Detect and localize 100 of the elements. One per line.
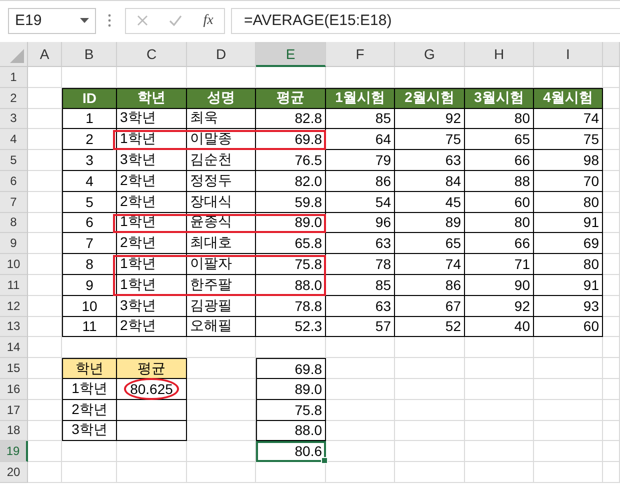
row-header[interactable]: 14 [0, 337, 28, 358]
table-cell: 59.8 [256, 192, 326, 213]
table-cell: 11 [62, 316, 117, 338]
insert-function-button[interactable]: fx [203, 12, 214, 28]
column-header[interactable]: H [465, 42, 534, 67]
table-cell: 89.0 [256, 378, 326, 400]
table-cell: 86 [395, 274, 465, 296]
row-header[interactable]: 15 [0, 358, 28, 379]
table-cell: 7 [62, 233, 117, 254]
table-cell: 54 [326, 192, 395, 213]
column-heading: 1월시험 [326, 88, 395, 109]
table-cell: 71 [465, 254, 534, 275]
result-cell: 80.6 [256, 441, 326, 462]
row-header[interactable]: 2 [0, 88, 28, 109]
empty-cell[interactable] [117, 400, 187, 421]
dropdown-caret-icon[interactable] [80, 18, 89, 23]
row-header[interactable]: 10 [0, 254, 28, 275]
table-cell: 80 [465, 108, 534, 130]
table-cell: 63 [326, 296, 395, 317]
column-heading: 학년 [62, 358, 117, 379]
table-cell: 김순천 [187, 150, 256, 171]
table-cell: 86 [326, 170, 395, 192]
row-header[interactable]: 4 [0, 129, 28, 150]
table-cell: 8 [62, 254, 117, 275]
table-cell: 김광필 [187, 296, 256, 317]
row-header[interactable]: 19 [0, 441, 28, 462]
table-cell: 6 [62, 212, 117, 234]
column-heading: 학년 [117, 88, 187, 109]
table-cell: 88.0 [256, 420, 326, 442]
row-header[interactable]: 9 [0, 233, 28, 254]
table-cell: 78.8 [256, 296, 326, 317]
table-cell: 85 [326, 274, 395, 296]
column-header[interactable]: C [117, 42, 187, 67]
table-cell: 64 [326, 129, 395, 150]
column-header[interactable] [603, 42, 620, 67]
table-cell: 10 [62, 296, 117, 317]
column-header[interactable]: F [326, 42, 395, 67]
table-cell: 80 [465, 212, 534, 234]
row-header[interactable]: 5 [0, 150, 28, 171]
table-cell: 장대식 [187, 192, 256, 213]
table-cell: 52 [395, 316, 465, 338]
row-header[interactable]: 16 [0, 378, 28, 400]
circled-value: 80.625 [124, 378, 179, 400]
formula-field[interactable]: =AVERAGE(E15:E18) [231, 8, 620, 34]
column-heading: 3월시험 [465, 88, 534, 109]
column-heading: 4월시험 [534, 88, 603, 109]
check-icon[interactable] [168, 15, 182, 26]
table-cell: 78 [326, 254, 395, 275]
column-header[interactable]: B [62, 42, 117, 67]
row-header[interactable]: 3 [0, 108, 28, 130]
column-header[interactable]: I [534, 42, 603, 67]
table-cell: 57 [326, 316, 395, 338]
cross-icon[interactable] [136, 15, 148, 26]
column-header[interactable]: A [28, 42, 62, 67]
table-cell: 80 [534, 192, 603, 213]
table-cell: 2 [62, 129, 117, 150]
table-cell: 74 [395, 254, 465, 275]
grip-icon[interactable] [108, 14, 111, 27]
name-box[interactable]: E19 [8, 8, 96, 34]
row-header[interactable]: 1 [0, 67, 28, 88]
table-cell: 5 [62, 192, 117, 213]
table-cell: 45 [395, 192, 465, 213]
table-cell: 69.8 [256, 358, 326, 379]
table-cell: 84 [395, 170, 465, 192]
row-header[interactable]: 11 [0, 274, 28, 296]
table-cell: 70 [534, 170, 603, 192]
table-cell: 한주팔 [187, 274, 256, 296]
table-cell: 82.0 [256, 170, 326, 192]
row-header[interactable]: 7 [0, 192, 28, 213]
row-header[interactable]: 20 [0, 462, 28, 483]
table-cell: 90 [465, 274, 534, 296]
table-cell: 74 [534, 108, 603, 130]
table-cell: 69.8 [256, 129, 326, 150]
table-cell: 92 [465, 296, 534, 317]
table-cell: 93 [534, 296, 603, 317]
column-header[interactable]: E [256, 42, 326, 67]
column-header[interactable]: G [395, 42, 465, 67]
row-header[interactable]: 6 [0, 170, 28, 192]
row-header[interactable]: 8 [0, 212, 28, 234]
table-cell: 65 [395, 233, 465, 254]
table-cell: 1학년 [117, 254, 187, 275]
table-cell: 75.8 [256, 254, 326, 275]
table-cell: 63 [326, 233, 395, 254]
row-header[interactable]: 12 [0, 296, 28, 317]
table-cell: 75.8 [256, 400, 326, 421]
table-cell: 2학년 [62, 400, 117, 421]
row-header[interactable]: 18 [0, 420, 28, 442]
column-heading: 2월시험 [395, 88, 465, 109]
column-heading: ID [62, 88, 117, 109]
column-header[interactable]: D [187, 42, 256, 67]
table-cell: 76.5 [256, 150, 326, 171]
empty-cell[interactable] [117, 420, 187, 442]
table-cell: 96 [326, 212, 395, 234]
table-cell: 80 [534, 254, 603, 275]
table-cell: 91 [534, 274, 603, 296]
table-cell: 75 [534, 129, 603, 150]
row-header[interactable]: 17 [0, 400, 28, 421]
select-all-icon[interactable] [10, 49, 24, 63]
table-cell: 91 [534, 212, 603, 234]
row-header[interactable]: 13 [0, 316, 28, 338]
